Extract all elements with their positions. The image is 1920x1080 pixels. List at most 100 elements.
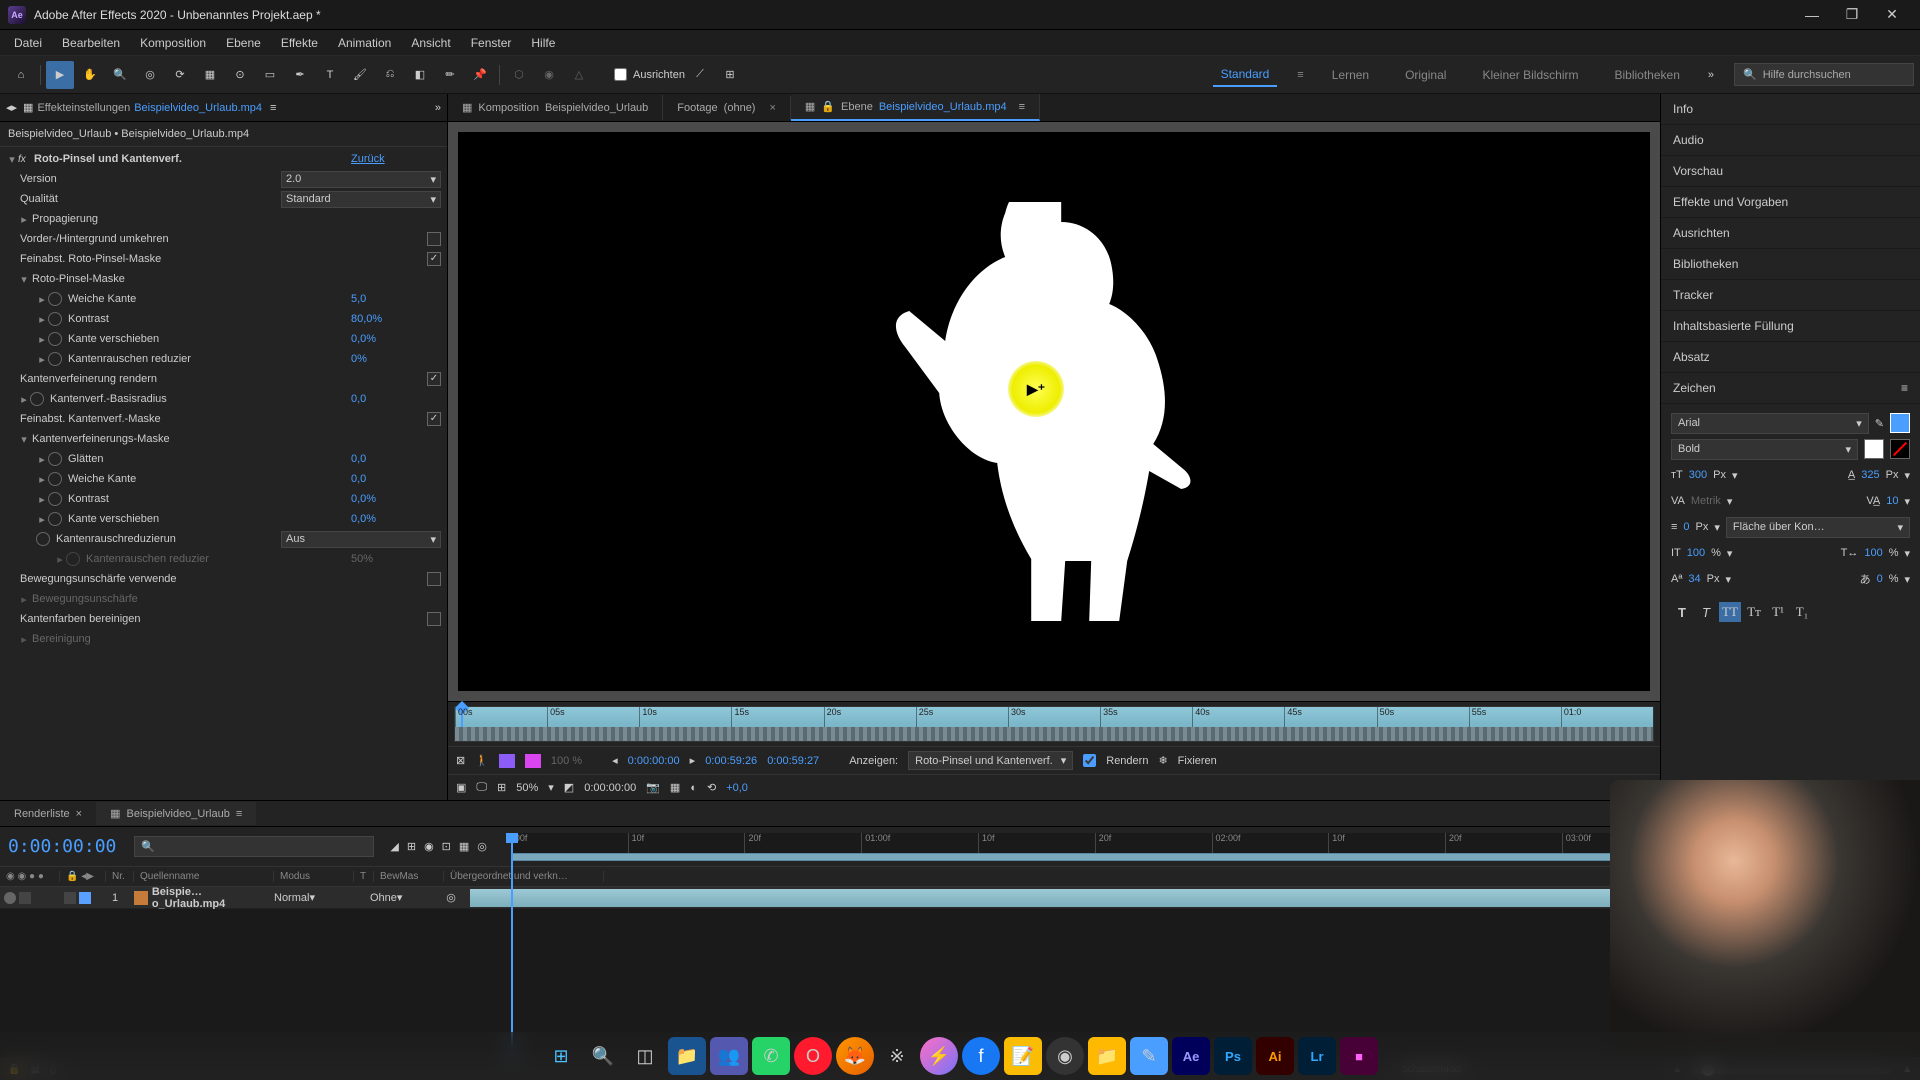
render-refine-checkbox[interactable] xyxy=(427,372,441,386)
render-checkbox[interactable] xyxy=(1083,754,1096,767)
panel-zeichen[interactable]: Zeichen ≡ xyxy=(1661,373,1920,404)
lock-toggle[interactable] xyxy=(79,892,91,904)
panel-ausrichten[interactable]: Ausrichten xyxy=(1661,218,1920,249)
menu-bearbeiten[interactable]: Bearbeiten xyxy=(52,32,130,54)
panel-vorschau[interactable]: Vorschau xyxy=(1661,156,1920,187)
stiffness-icon[interactable]: △ xyxy=(565,61,593,89)
reset-exp-icon[interactable]: ⟲ xyxy=(707,781,716,794)
camera-tool[interactable]: ▦ xyxy=(196,61,224,89)
snap-checkbox[interactable] xyxy=(614,68,627,81)
menu-datei[interactable]: Datei xyxy=(4,32,52,54)
freeze-icon[interactable]: ❄ xyxy=(1158,754,1167,767)
panel-menu-icon[interactable]: ≡ xyxy=(1901,381,1908,395)
mag-icon[interactable]: 🖵 xyxy=(476,781,487,794)
taskbar-xd[interactable]: ■ xyxy=(1340,1037,1378,1075)
stopwatch-icon[interactable] xyxy=(48,332,62,346)
taskbar-obs[interactable]: ◉ xyxy=(1046,1037,1084,1075)
col-mode[interactable]: Modus xyxy=(274,871,354,882)
xray-icon[interactable]: ⊠ xyxy=(456,754,465,767)
snap-options-icon[interactable]: ⟋ xyxy=(686,61,714,89)
workspace-bibliotheken[interactable]: Bibliotheken xyxy=(1606,64,1687,86)
soft-edge2-value[interactable]: 0,0 xyxy=(351,473,441,485)
taskbar-lr[interactable]: Lr xyxy=(1298,1037,1336,1075)
selection-tool[interactable]: ▶ xyxy=(46,61,74,89)
viewer[interactable]: ▶⁺ xyxy=(448,122,1660,701)
chevrons-icon[interactable]: ◂▸ xyxy=(6,101,17,114)
trkmat-dropdown[interactable]: Ohne▾ xyxy=(370,891,436,904)
font-size-value[interactable]: 300 xyxy=(1689,469,1707,481)
no-fill-swatch[interactable] xyxy=(1890,439,1910,459)
baseline-value[interactable]: 34 xyxy=(1688,573,1700,585)
mask-icon[interactable]: ▣ xyxy=(456,781,466,794)
col-source[interactable]: Quellenname xyxy=(134,871,274,882)
dur-timecode[interactable]: 0:00:59:27 xyxy=(767,755,819,767)
shift-edge2-value[interactable]: 0,0% xyxy=(351,513,441,525)
tracking-value[interactable]: 10 xyxy=(1886,495,1898,507)
taskbar-notepad[interactable]: ✎ xyxy=(1130,1037,1168,1075)
taskbar-explorer[interactable]: 📁 xyxy=(668,1037,706,1075)
panel-menu-icon[interactable]: ≡ xyxy=(236,808,242,820)
ec-tab-label[interactable]: Effekteinstellungen xyxy=(37,102,130,114)
base-radius-value[interactable]: 0,0 xyxy=(351,393,441,405)
stopwatch-icon[interactable] xyxy=(48,492,62,506)
parent-pickwhip-icon[interactable]: ◎ xyxy=(436,891,466,904)
home-tool[interactable]: ⌂ xyxy=(7,61,35,89)
smooth-value[interactable]: 0,0 xyxy=(351,453,441,465)
tab-footage[interactable]: Footage (ohne) × xyxy=(663,96,791,120)
taskbar-folder[interactable]: 📁 xyxy=(1088,1037,1126,1075)
in-point-icon[interactable]: ◂ xyxy=(612,754,618,767)
menu-fenster[interactable]: Fenster xyxy=(461,32,522,54)
effect-caret[interactable]: ▾ xyxy=(6,153,18,166)
stopwatch-icon[interactable] xyxy=(36,532,50,546)
close-icon[interactable]: × xyxy=(769,102,775,114)
tab-layer[interactable]: ▦ 🔒 Ebene Beispielvideo_Urlaub.mp4 ≡ xyxy=(791,94,1040,121)
person-icon[interactable]: 🚶 xyxy=(475,754,489,767)
soft-edge-value[interactable]: 5,0 xyxy=(351,293,441,305)
workspace-overflow-icon[interactable]: » xyxy=(1708,69,1714,81)
faux-italic-button[interactable]: T xyxy=(1695,602,1717,622)
leading-value[interactable]: 325 xyxy=(1861,469,1879,481)
fill-stroke-dropdown[interactable]: Fläche über Kon…▾ xyxy=(1726,517,1910,538)
hscale-value[interactable]: 100 xyxy=(1864,547,1882,559)
menu-effekte[interactable]: Effekte xyxy=(271,32,328,54)
graph-editor-icon[interactable]: ⊡ xyxy=(442,840,451,853)
frame-blend-icon[interactable]: ⊞ xyxy=(407,840,416,853)
brush-tool[interactable]: 🖌 xyxy=(346,61,374,89)
faux-bold-button[interactable]: T xyxy=(1671,602,1693,622)
chatter-value[interactable]: 0% xyxy=(351,353,441,365)
taskbar-teams[interactable]: 👥 xyxy=(710,1037,748,1075)
motion-blur-icon[interactable]: ◉ xyxy=(424,840,434,853)
workspace-kleiner[interactable]: Kleiner Bildschirm xyxy=(1474,64,1586,86)
hand-tool[interactable]: ✋ xyxy=(76,61,104,89)
comp-icon[interactable]: ◎ xyxy=(477,840,487,853)
puppet-tool[interactable]: 📌 xyxy=(466,61,494,89)
reset-link[interactable]: Zurück xyxy=(351,153,441,165)
roto-mask-caret[interactable]: ▾ xyxy=(18,273,30,286)
close-button[interactable]: ✕ xyxy=(1872,0,1912,30)
timeline-cti[interactable] xyxy=(511,833,513,1061)
soft-edge-caret[interactable]: ▸ xyxy=(36,293,48,306)
fgbg-checkbox[interactable] xyxy=(427,232,441,246)
menu-komposition[interactable]: Komposition xyxy=(130,32,216,54)
stopwatch-icon[interactable] xyxy=(30,392,44,406)
zoom-value[interactable]: 50% xyxy=(516,782,538,794)
stopwatch-icon[interactable] xyxy=(48,292,62,306)
minimize-button[interactable]: — xyxy=(1792,0,1832,30)
draft3d-icon[interactable]: ▦ xyxy=(459,840,469,853)
decon-checkbox[interactable] xyxy=(427,612,441,626)
display-dropdown[interactable]: Roto-Pinsel und Kantenverf.▾ xyxy=(908,751,1073,770)
panel-menu-icon[interactable]: ≡ xyxy=(1019,101,1025,113)
taskbar-ae[interactable]: Ae xyxy=(1172,1037,1210,1075)
timeline-timecode[interactable]: 0:00:00:00 xyxy=(8,836,116,857)
use-mblur-checkbox[interactable] xyxy=(427,572,441,586)
fine-roto-checkbox[interactable] xyxy=(427,252,441,266)
out-point-icon[interactable]: ▸ xyxy=(690,754,696,767)
pan-behind-tool[interactable]: ⊙ xyxy=(226,61,254,89)
taskbar-ai[interactable]: Ai xyxy=(1256,1037,1294,1075)
menu-hilfe[interactable]: Hilfe xyxy=(521,32,565,54)
stopwatch-icon[interactable] xyxy=(48,352,62,366)
viewer-timecode[interactable]: 0:00:00:00 xyxy=(584,782,636,794)
zoom-tool[interactable]: 🔍 xyxy=(106,61,134,89)
text-tool[interactable]: T xyxy=(316,61,344,89)
fill-color-swatch[interactable] xyxy=(1890,413,1910,433)
